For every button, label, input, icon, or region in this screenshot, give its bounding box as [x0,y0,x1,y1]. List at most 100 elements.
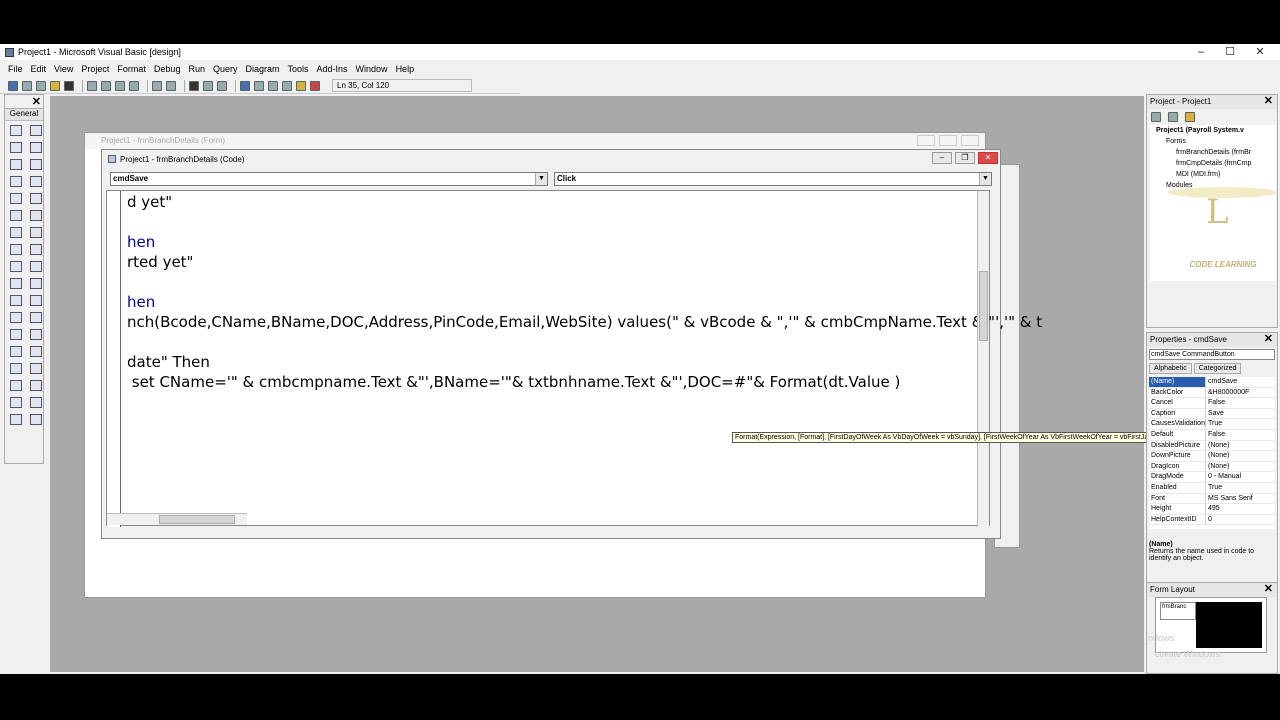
start-icon[interactable] [189,80,199,91]
listbox-icon[interactable] [30,193,42,204]
break-icon[interactable] [203,80,213,91]
menu-format[interactable]: Format [117,64,146,74]
property-row[interactable]: Caption Save [1149,408,1275,420]
vscrollbar-icon[interactable] [30,210,42,221]
close-icon[interactable] [961,135,979,146]
property-row[interactable]: Cancel False [1149,398,1275,409]
scrollbar-thumb[interactable] [159,515,235,524]
form-layout-icon[interactable] [268,80,278,91]
property-row[interactable]: BackColor &H8000000F [1149,387,1275,399]
form-position-preview[interactable]: frmBranc [1160,602,1196,620]
horizontal-scrollbar[interactable] [107,513,247,525]
maximize-icon[interactable] [939,135,957,146]
statusbar-icon[interactable] [10,346,22,357]
minimize-icon[interactable]: – [932,152,952,164]
toggle-folders-icon[interactable] [1185,112,1195,122]
menu-addins[interactable]: Add-Ins [317,64,348,74]
menu-diagram[interactable]: Diagram [245,64,279,74]
tab-categorized[interactable]: Categorized [1193,363,1242,374]
datagrid-icon[interactable] [30,312,42,323]
properties-grid[interactable]: (Name) cmdSave BackColor &H8000000F Cancel… [1149,377,1275,529]
property-row[interactable]: (Name) cmdSave [1149,377,1275,388]
vertical-scrollbar[interactable] [977,191,989,527]
textbox-icon[interactable] [30,142,42,153]
treeview-icon[interactable] [10,363,22,374]
menu-window[interactable]: Window [356,64,388,74]
toolbox-tab-general[interactable]: General [5,109,43,121]
tree-form-item[interactable]: frmCmpDetails (frmCmp [1150,158,1276,169]
view-code-icon[interactable] [1151,112,1161,122]
shape-icon[interactable] [10,261,22,272]
filelistbox-icon[interactable] [30,244,42,255]
undo-icon[interactable] [152,80,162,91]
add-form-icon[interactable] [22,80,32,91]
property-row[interactable]: DragMode 0 - Manual [1149,472,1275,483]
menu-debug[interactable]: Debug [154,64,181,74]
pointer-icon[interactable] [10,125,22,136]
property-row[interactable]: Enabled True [1149,482,1275,494]
ole-icon[interactable] [10,295,22,306]
find-icon[interactable] [129,80,139,91]
property-row[interactable]: Default False [1149,429,1275,441]
redo-icon[interactable] [166,80,176,91]
property-row[interactable]: DisabledPicture (None) [1149,440,1275,452]
menu-project[interactable]: Project [81,64,109,74]
close-icon[interactable]: ✕ [1264,332,1273,346]
optionbutton-icon[interactable] [30,176,42,187]
commandbutton-icon[interactable] [30,159,42,170]
procedure-combo[interactable]: Click ▼ [554,172,992,186]
progressbar-icon[interactable] [30,346,42,357]
maximize-icon[interactable]: ☐ [1215,44,1245,60]
close-icon[interactable]: ✕ [1245,44,1275,60]
cut-icon[interactable] [87,80,97,91]
properties-window-icon[interactable] [254,80,264,91]
menu-query[interactable]: Query [213,64,238,74]
property-row[interactable]: DownPicture (None) [1149,451,1275,462]
tab-alphabetic[interactable]: Alphabetic [1149,363,1192,374]
property-row[interactable]: Height 495 [1149,504,1275,515]
tree-forms-folder[interactable]: Forms [1150,136,1276,147]
combobox-icon[interactable] [10,193,22,204]
menu-editor-icon[interactable] [36,80,46,91]
end-icon[interactable] [217,80,227,91]
property-row[interactable]: DragIcon (None) [1149,461,1275,473]
close-icon[interactable]: ✕ [978,152,998,164]
property-row[interactable]: Font MS Sans Serif [1149,493,1275,505]
toolbar-icon[interactable] [30,329,42,340]
menu-file[interactable]: File [8,64,23,74]
close-icon[interactable]: ✕ [32,95,41,108]
object-combo[interactable]: cmdSave ▼ [110,172,548,186]
menu-run[interactable]: Run [188,64,205,74]
chevron-down-icon[interactable]: ▼ [535,173,547,185]
hscrollbar-icon[interactable] [10,210,22,221]
crystalreport-icon[interactable] [30,414,42,425]
add-project-icon[interactable] [8,80,18,91]
paste-icon[interactable] [115,80,125,91]
close-icon[interactable]: ✕ [1264,582,1273,596]
data-icon[interactable] [30,278,42,289]
label-icon[interactable] [10,142,22,153]
code-editor[interactable]: d yet" hen rted yet" hen nch(Bcode,CName… [106,190,1042,527]
project-tree[interactable]: Project1 (Payroll System.v Forms frmBran… [1150,125,1276,281]
tree-form-item[interactable]: MDI (MDI.frm) [1150,169,1276,180]
view-object-icon[interactable] [1168,112,1178,122]
menu-help[interactable]: Help [396,64,415,74]
object-selector[interactable]: cmdSave CommandButton [1149,349,1275,360]
tree-project[interactable]: Project1 (Payroll System.v [1150,125,1276,136]
toolbox-icon[interactable] [296,80,306,91]
minimize-icon[interactable]: – [1186,44,1216,60]
save-project-icon[interactable] [64,80,74,91]
copy-icon[interactable] [101,80,111,91]
chevron-down-icon[interactable]: ▼ [979,173,991,185]
minimize-icon[interactable] [917,135,935,146]
imagelist-icon[interactable] [10,380,22,391]
timer-icon[interactable] [10,227,22,238]
dirlistbox-icon[interactable] [10,244,22,255]
datetimepicker-icon[interactable] [30,295,42,306]
slider-icon[interactable] [30,380,42,391]
calendar-icon[interactable] [30,397,42,408]
project-explorer-icon[interactable] [240,80,250,91]
image-icon[interactable] [10,278,22,289]
frame-icon[interactable] [10,159,22,170]
restore-icon[interactable]: ❐ [955,152,975,164]
